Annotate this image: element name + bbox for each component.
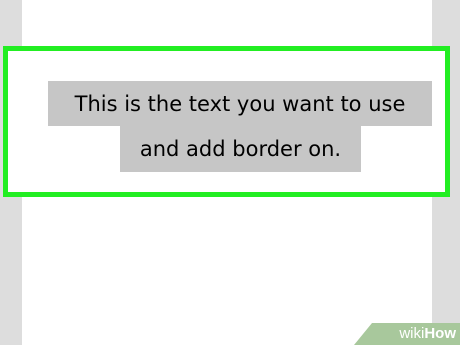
watermark-wiki: wiki (399, 325, 425, 342)
selected-text-line-1[interactable]: This is the text you want to use (48, 81, 432, 126)
wikihow-watermark: wikiHow (354, 323, 460, 345)
selected-text-line-2[interactable]: and add border on. (120, 126, 361, 172)
watermark-how: How (424, 325, 456, 342)
